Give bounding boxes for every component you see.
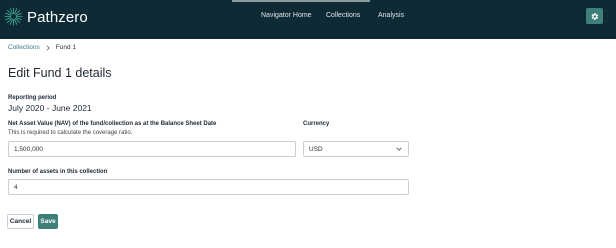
- breadcrumb-collections-link[interactable]: Collections: [8, 44, 40, 51]
- currency-selected-value: USD: [309, 145, 323, 153]
- save-button[interactable]: Save: [38, 214, 58, 229]
- chevron-down-icon: [396, 147, 402, 151]
- nav-item-analysis[interactable]: Analysis: [378, 12, 404, 19]
- breadcrumb: Collections Fund 1: [8, 44, 76, 51]
- currency-select[interactable]: USD: [303, 141, 409, 157]
- nav-value-input[interactable]: 1,500,000: [8, 141, 296, 157]
- nav-field-help-text: This is required to calculate the covera…: [8, 130, 133, 136]
- reporting-period-value: July 2020 - June 2021: [8, 103, 92, 113]
- page-title: Edit Fund 1 details: [8, 66, 112, 80]
- nav-item-collections[interactable]: Collections: [326, 12, 360, 19]
- gear-icon: [591, 12, 599, 20]
- assets-count-input[interactable]: 4: [8, 179, 409, 195]
- pathzero-logo-icon[interactable]: [4, 7, 23, 26]
- nav-active-indicator: [232, 0, 370, 2]
- breadcrumb-current: Fund 1: [55, 44, 77, 51]
- currency-label: Currency: [303, 121, 330, 127]
- assets-count-label: Number of assets in this collection: [8, 169, 108, 175]
- top-navigation-bar: Pathzero Navigator Home Collections Anal…: [0, 0, 616, 39]
- settings-button[interactable]: [586, 8, 603, 24]
- nav-field-label: Net Asset Value (NAV) of the fund/collec…: [8, 121, 217, 127]
- cancel-button[interactable]: Cancel: [7, 214, 34, 229]
- brand-name: Pathzero: [27, 9, 88, 26]
- chevron-right-icon: [46, 45, 50, 50]
- reporting-period-label: Reporting period: [8, 95, 57, 101]
- nav-item-navigator-home[interactable]: Navigator Home: [261, 12, 312, 19]
